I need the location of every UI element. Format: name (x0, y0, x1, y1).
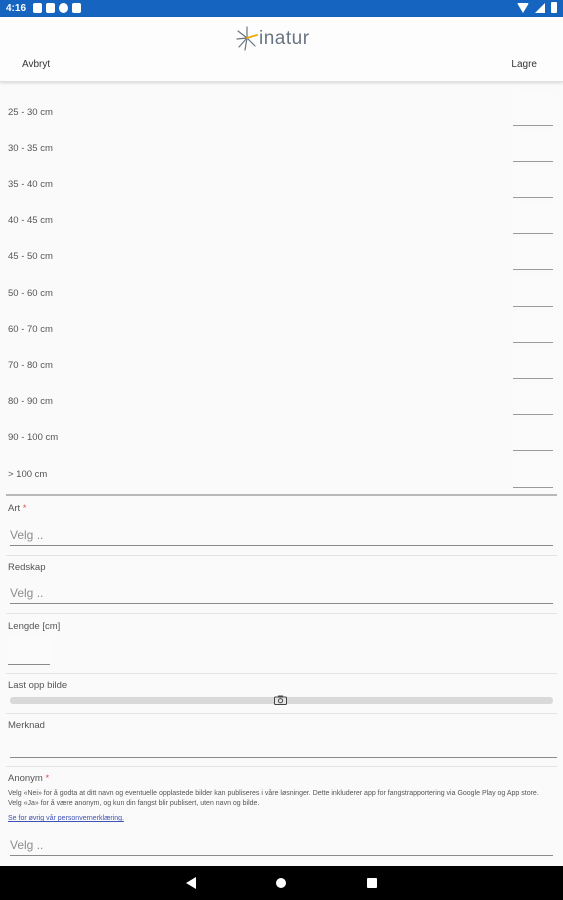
size-count-input[interactable] (513, 419, 553, 451)
app-header: inatur Avbryt Lagre (0, 17, 563, 82)
size-row: 40 - 45 cm (0, 202, 563, 238)
size-label: 25 - 30 cm (8, 107, 53, 118)
size-row: 80 - 90 cm (0, 383, 563, 419)
merknad-input[interactable] (10, 737, 557, 758)
art-select[interactable]: Velg .. (10, 528, 553, 546)
divider (6, 713, 557, 714)
home-icon[interactable] (276, 878, 286, 888)
size-count-input[interactable] (513, 166, 553, 198)
size-label: 90 - 100 cm (8, 432, 59, 443)
status-bar: 4:16 (0, 0, 563, 17)
logo-text: inatur (259, 27, 310, 49)
size-count-input[interactable] (513, 275, 553, 307)
size-row: 60 - 70 cm (0, 311, 563, 347)
divider (6, 673, 557, 674)
recent-apps-icon[interactable] (367, 878, 377, 888)
notification-icons (33, 3, 81, 13)
size-count-input[interactable] (513, 202, 553, 234)
size-count-input[interactable] (513, 311, 553, 343)
status-time: 4:16 (6, 3, 27, 14)
size-row: 25 - 30 cm (0, 94, 563, 130)
size-count-input[interactable] (513, 383, 553, 415)
anonym-label: Anonym * (8, 773, 50, 784)
cancel-button[interactable]: Avbryt (22, 59, 50, 70)
save-button[interactable]: Lagre (511, 59, 537, 70)
divider (6, 766, 557, 767)
size-label: 70 - 80 cm (8, 360, 53, 371)
size-count-input[interactable] (513, 130, 553, 162)
anonym-select[interactable]: Velg .. (10, 838, 553, 856)
star-logo-icon (236, 26, 258, 51)
inatur-logo: inatur (236, 25, 310, 51)
merknad-label: Merknad (8, 720, 45, 731)
size-label: 80 - 90 cm (8, 396, 53, 407)
size-label: 50 - 60 cm (8, 288, 53, 299)
notification-icon (33, 3, 42, 13)
back-icon[interactable] (186, 877, 196, 889)
signal-icon (535, 2, 545, 13)
size-row: 90 - 100 cm (0, 419, 563, 455)
art-label: Art * (8, 503, 27, 514)
size-label: 35 - 40 cm (8, 179, 53, 190)
system-nav-bar (0, 866, 563, 900)
wifi-icon (517, 2, 529, 13)
photo-icon (46, 3, 55, 13)
privacy-policy-link[interactable]: Se for øvrig vår personvernerklæring. (8, 815, 124, 822)
size-count-input[interactable] (513, 456, 553, 488)
system-icons (517, 2, 557, 13)
lengde-label: Lengde [cm] (8, 621, 61, 632)
size-row: > 100 cm (0, 456, 563, 492)
size-count-input[interactable] (513, 238, 553, 270)
size-count-input[interactable] (513, 94, 553, 126)
divider (6, 613, 557, 614)
battery-icon (551, 2, 557, 13)
size-row: 45 - 50 cm (0, 238, 563, 274)
divider (6, 494, 557, 496)
flipboard-icon (59, 3, 68, 13)
redskap-label: Redskap (8, 562, 46, 573)
size-row: 50 - 60 cm (0, 275, 563, 311)
divider (6, 555, 557, 556)
size-row: 35 - 40 cm (0, 166, 563, 202)
size-label: 30 - 35 cm (8, 143, 53, 154)
size-label: > 100 cm (8, 469, 48, 480)
redskap-select[interactable]: Velg .. (10, 586, 553, 604)
size-label: 45 - 50 cm (8, 251, 53, 262)
size-row: 70 - 80 cm (0, 347, 563, 383)
size-row: 30 - 35 cm (0, 130, 563, 166)
anonym-info-text: Velg «Nei» for å godta at ditt navn og e… (8, 790, 539, 807)
lengde-input[interactable] (8, 634, 50, 665)
doc-icon (72, 3, 81, 13)
camera-icon (274, 695, 287, 705)
size-label: 60 - 70 cm (8, 324, 53, 335)
bilde-label: Last opp bilde (8, 680, 68, 691)
size-count-input[interactable] (513, 347, 553, 379)
size-label: 40 - 45 cm (8, 215, 53, 226)
